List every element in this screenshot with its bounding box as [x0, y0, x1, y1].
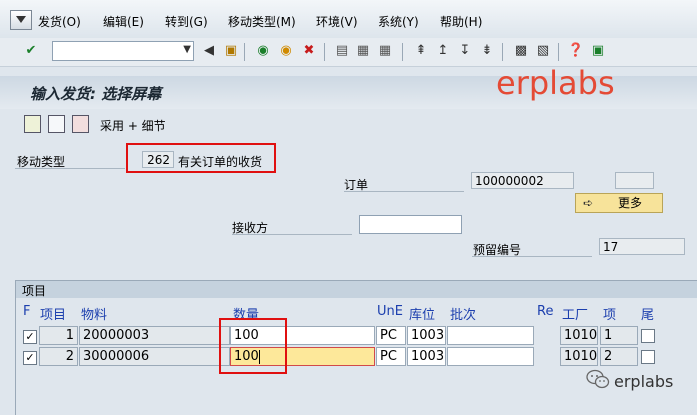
chevron-down-icon[interactable]: ▼	[183, 44, 191, 55]
previous-page-icon[interactable]: ↥	[434, 42, 452, 60]
col-header-plant: 工厂	[562, 308, 589, 323]
standard-toolbar: ✔ ▼ ◀ ▣ ◉ ◉ ✖ ▤ ▦ ▦ ⇞ ↥ ↧ ⇟ ▩ ▧ ❓ ▣	[0, 38, 697, 67]
help-icon[interactable]: ❓	[567, 42, 585, 60]
exit-icon[interactable]: ◉	[277, 42, 295, 60]
label-underline	[232, 234, 352, 235]
back-icon[interactable]: ◉	[254, 42, 272, 60]
col-header-re: Re	[537, 304, 554, 319]
row-tail-checkbox[interactable]	[641, 329, 655, 343]
layout-menu-icon[interactable]: ▣	[589, 42, 607, 60]
separator	[402, 43, 403, 61]
highlight-box-movement-type	[126, 143, 276, 173]
row-tail-checkbox[interactable]	[641, 350, 655, 364]
col-header-item: 项目	[40, 308, 67, 323]
row-batch-input[interactable]	[447, 347, 534, 366]
row-storage-location-input[interactable]: 1003	[407, 347, 446, 366]
highlight-box-quantity	[219, 318, 287, 374]
enter-check-icon[interactable]: ✔	[22, 42, 40, 60]
label-underline	[472, 256, 592, 257]
create-session-icon[interactable]: ▩	[512, 42, 530, 60]
row-storage-location-input[interactable]: 1003	[407, 326, 446, 345]
order-extra-field[interactable]	[615, 172, 654, 189]
adopt-detail-icon[interactable]	[48, 115, 65, 133]
col-header-position: 项	[603, 308, 617, 323]
last-page-icon[interactable]: ⇟	[478, 42, 496, 60]
shortcut-icon[interactable]: ▧	[534, 42, 552, 60]
recipient-field[interactable]	[359, 215, 462, 234]
find-icon[interactable]: ▦	[354, 42, 372, 60]
find-next-icon[interactable]: ▦	[376, 42, 394, 60]
print-icon[interactable]: ▤	[333, 42, 351, 60]
label-underline	[344, 191, 464, 192]
separator	[502, 43, 503, 61]
footer-watermark: erplabs	[614, 372, 674, 391]
col-header-storage-location: 库位	[409, 308, 436, 323]
copy-icon[interactable]	[72, 115, 89, 133]
row-unit-input[interactable]: PC	[376, 347, 406, 366]
col-header-tail: 尾	[641, 308, 655, 323]
row-batch-input[interactable]	[447, 326, 534, 345]
menu-environment[interactable]: 环境(V)	[316, 13, 358, 30]
col-header-une: UnE	[377, 304, 403, 319]
reservation-field[interactable]: 17	[599, 238, 685, 255]
row-position-cell[interactable]: 1	[600, 326, 638, 345]
menu-help[interactable]: 帮助(H)	[440, 13, 482, 30]
row-select-checkbox[interactable]: ✓	[23, 330, 37, 344]
menu-system[interactable]: 系统(Y)	[378, 13, 419, 30]
row-plant-cell[interactable]: 1010	[560, 326, 598, 345]
menu-bar: 发货(O) 编辑(E) 转到(G) 移动类型(M) 环境(V) 系统(Y) 帮助…	[0, 0, 697, 39]
more-button[interactable]: ➪ 更多	[575, 193, 663, 213]
menu-movement-type[interactable]: 移动类型(M)	[228, 13, 296, 30]
col-header-batch: 批次	[450, 308, 477, 323]
items-section-header: 项目	[16, 281, 697, 298]
erplabs-watermark: erplabs	[496, 64, 615, 102]
row-material-cell[interactable]: 20000003	[79, 326, 230, 345]
command-field[interactable]: ▼	[52, 41, 194, 61]
separator	[244, 43, 245, 61]
col-header-f: F	[23, 304, 31, 319]
col-header-material: 物料	[81, 308, 108, 323]
cancel-icon[interactable]: ✖	[300, 42, 318, 60]
next-page-icon[interactable]: ↧	[456, 42, 474, 60]
row-position-cell[interactable]: 2	[600, 347, 638, 366]
row-plant-cell[interactable]: 1010	[560, 347, 598, 366]
label-underline	[15, 168, 125, 169]
order-field[interactable]: 100000002	[471, 172, 574, 189]
row-material-cell[interactable]: 30000006	[79, 347, 230, 366]
page-title: 输入发货: 选择屏幕	[30, 85, 162, 103]
save-icon[interactable]: ▣	[222, 42, 240, 60]
separator	[324, 43, 325, 61]
separator	[558, 43, 559, 61]
row-item-cell: 2	[39, 347, 78, 366]
items-section-title: 项目	[22, 284, 47, 298]
menu-goods-movement[interactable]: 发货(O)	[38, 13, 81, 30]
arrow-right-icon: ➪	[583, 196, 594, 210]
row-item-cell: 1	[39, 326, 78, 345]
row-select-checkbox[interactable]: ✓	[23, 351, 37, 365]
sap-menu-icon[interactable]	[10, 10, 32, 30]
menu-goto[interactable]: 转到(G)	[165, 13, 208, 30]
adopt-details-button[interactable]: 采用 + 细节	[100, 117, 166, 134]
menu-edit[interactable]: 编辑(E)	[103, 13, 144, 30]
row-unit-input[interactable]: PC	[376, 326, 406, 345]
wechat-icon	[586, 369, 610, 389]
first-page-icon[interactable]: ⇞	[412, 42, 430, 60]
adopt-item-icon[interactable]	[24, 115, 41, 133]
back-arrow-icon[interactable]: ◀	[200, 42, 218, 60]
